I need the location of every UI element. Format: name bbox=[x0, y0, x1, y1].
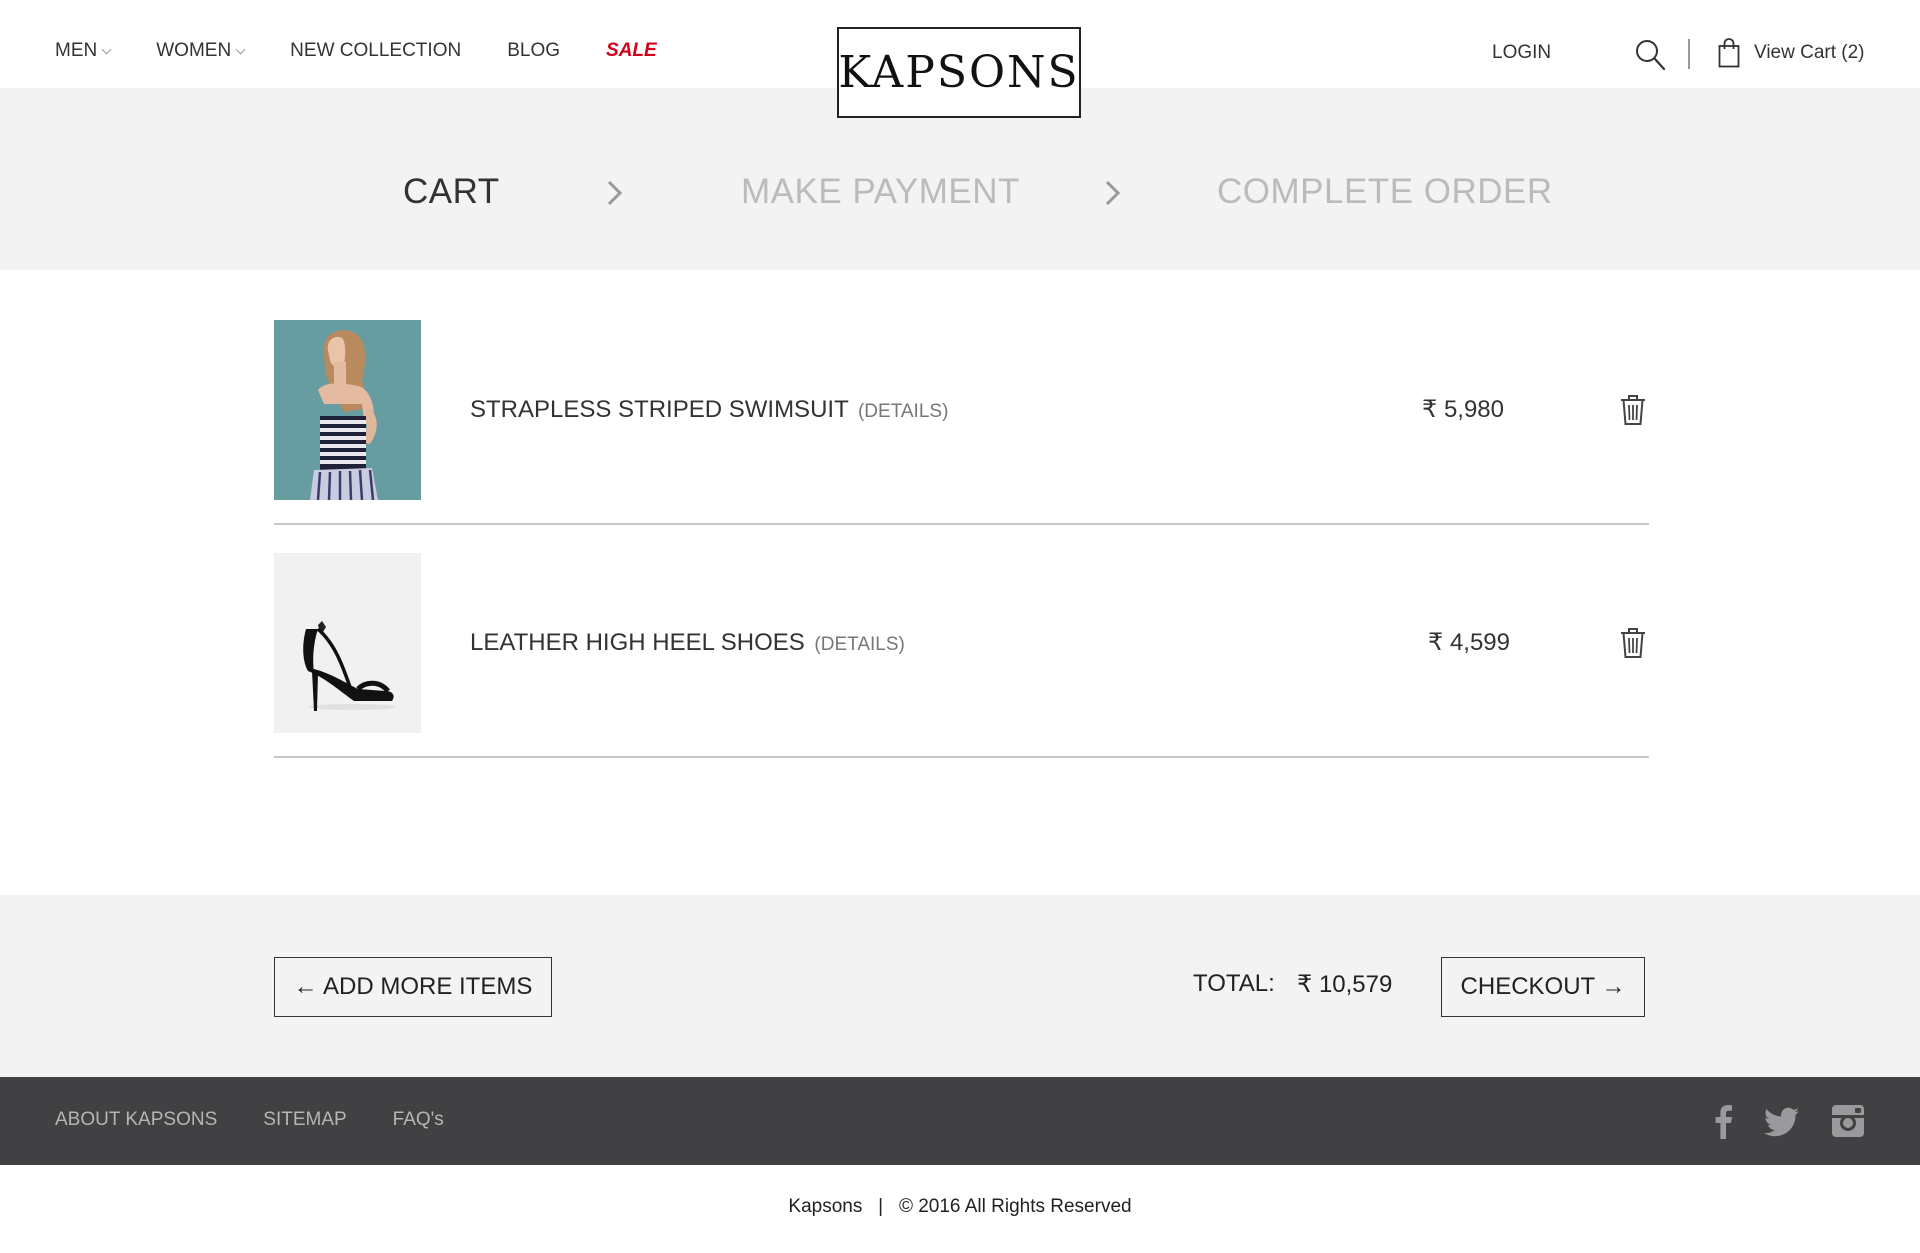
trash-icon[interactable] bbox=[1620, 394, 1646, 426]
search-icon[interactable] bbox=[1634, 38, 1666, 72]
item-divider bbox=[274, 756, 1649, 758]
details-link[interactable]: (DETAILS) bbox=[814, 634, 904, 655]
trash-icon[interactable] bbox=[1620, 627, 1646, 659]
step-cart: CART bbox=[403, 172, 500, 211]
copyright-text: Kapsons | © 2016 All Rights Reserved bbox=[788, 1196, 1132, 1217]
footer-link-about[interactable]: ABOUT KAPSONS bbox=[55, 1109, 217, 1131]
step-complete-order: COMPLETE ORDER bbox=[1217, 172, 1553, 211]
nav-sale[interactable]: SALE bbox=[606, 40, 657, 62]
total-value: ₹ 10,579 bbox=[1297, 971, 1393, 998]
cart-item: STRAPLESS STRIPED SWIMSUIT (DETAILS) ₹ 5… bbox=[274, 320, 1649, 500]
view-cart-label: View Cart (2) bbox=[1754, 42, 1865, 63]
facebook-icon[interactable] bbox=[1706, 1103, 1742, 1139]
nav-women[interactable]: WOMEN bbox=[156, 40, 246, 62]
header-divider bbox=[1688, 39, 1690, 69]
nav-blog[interactable]: BLOG bbox=[507, 40, 560, 62]
footer-link-sitemap[interactable]: SITEMAP bbox=[263, 1109, 346, 1131]
total-label: TOTAL: bbox=[1193, 970, 1275, 997]
product-image-swimsuit[interactable] bbox=[274, 320, 421, 500]
nav-new-collection-label: NEW COLLECTION bbox=[290, 40, 462, 61]
item-title: STRAPLESS STRIPED SWIMSUIT (DETAILS) bbox=[470, 396, 948, 424]
nav-blog-label: BLOG bbox=[507, 40, 561, 61]
site-logo[interactable]: KAPSONS bbox=[837, 27, 1081, 118]
cart-item: LEATHER HIGH HEEL SHOES (DETAILS) ₹ 4,59… bbox=[274, 553, 1649, 733]
product-name-link[interactable]: LEATHER HIGH HEEL SHOES bbox=[470, 629, 805, 656]
view-cart-link[interactable]: View Cart (2) bbox=[1718, 38, 1865, 68]
cart-summary: ← ADD MORE ITEMS TOTAL: ₹ 10,579 CHECKOU… bbox=[0, 895, 1920, 1077]
nav-women-label: WOMEN bbox=[156, 40, 232, 61]
product-name-link[interactable]: STRAPLESS STRIPED SWIMSUIT bbox=[470, 396, 848, 423]
twitter-icon[interactable] bbox=[1764, 1103, 1800, 1139]
details-link[interactable]: (DETAILS) bbox=[858, 401, 948, 422]
nav-men-label: MEN bbox=[55, 40, 98, 61]
checkout-button[interactable]: CHECKOUT → bbox=[1441, 957, 1645, 1017]
footer-link-faqs[interactable]: FAQ's bbox=[393, 1109, 444, 1131]
main-nav: MEN WOMEN NEW COLLECTION BLOG SALE bbox=[55, 40, 703, 62]
instagram-icon[interactable] bbox=[1830, 1103, 1866, 1139]
item-price: ₹ 5,980 bbox=[1422, 396, 1504, 423]
chevron-right-icon bbox=[607, 180, 623, 206]
footer-links: ABOUT KAPSONS SITEMAP FAQ's bbox=[55, 1109, 490, 1131]
add-more-items-button[interactable]: ← ADD MORE ITEMS bbox=[274, 957, 552, 1017]
site-footer: ABOUT KAPSONS SITEMAP FAQ's bbox=[0, 1077, 1920, 1165]
chevron-down-icon bbox=[235, 44, 246, 55]
chevron-right-icon bbox=[1105, 180, 1121, 206]
site-header: MEN WOMEN NEW COLLECTION BLOG SALE KAPSO… bbox=[0, 0, 1920, 118]
shopping-bag-icon bbox=[1718, 38, 1740, 68]
product-image-heels[interactable] bbox=[274, 553, 421, 733]
item-divider bbox=[274, 523, 1649, 525]
login-link[interactable]: LOGIN bbox=[1492, 42, 1551, 64]
item-title: LEATHER HIGH HEEL SHOES (DETAILS) bbox=[470, 629, 905, 657]
chevron-down-icon bbox=[101, 44, 112, 55]
item-price: ₹ 4,599 bbox=[1428, 629, 1510, 656]
nav-new-collection[interactable]: NEW COLLECTION bbox=[290, 40, 461, 62]
nav-men[interactable]: MEN bbox=[55, 40, 112, 62]
step-make-payment: MAKE PAYMENT bbox=[741, 172, 1020, 211]
nav-sale-label: SALE bbox=[606, 40, 657, 61]
